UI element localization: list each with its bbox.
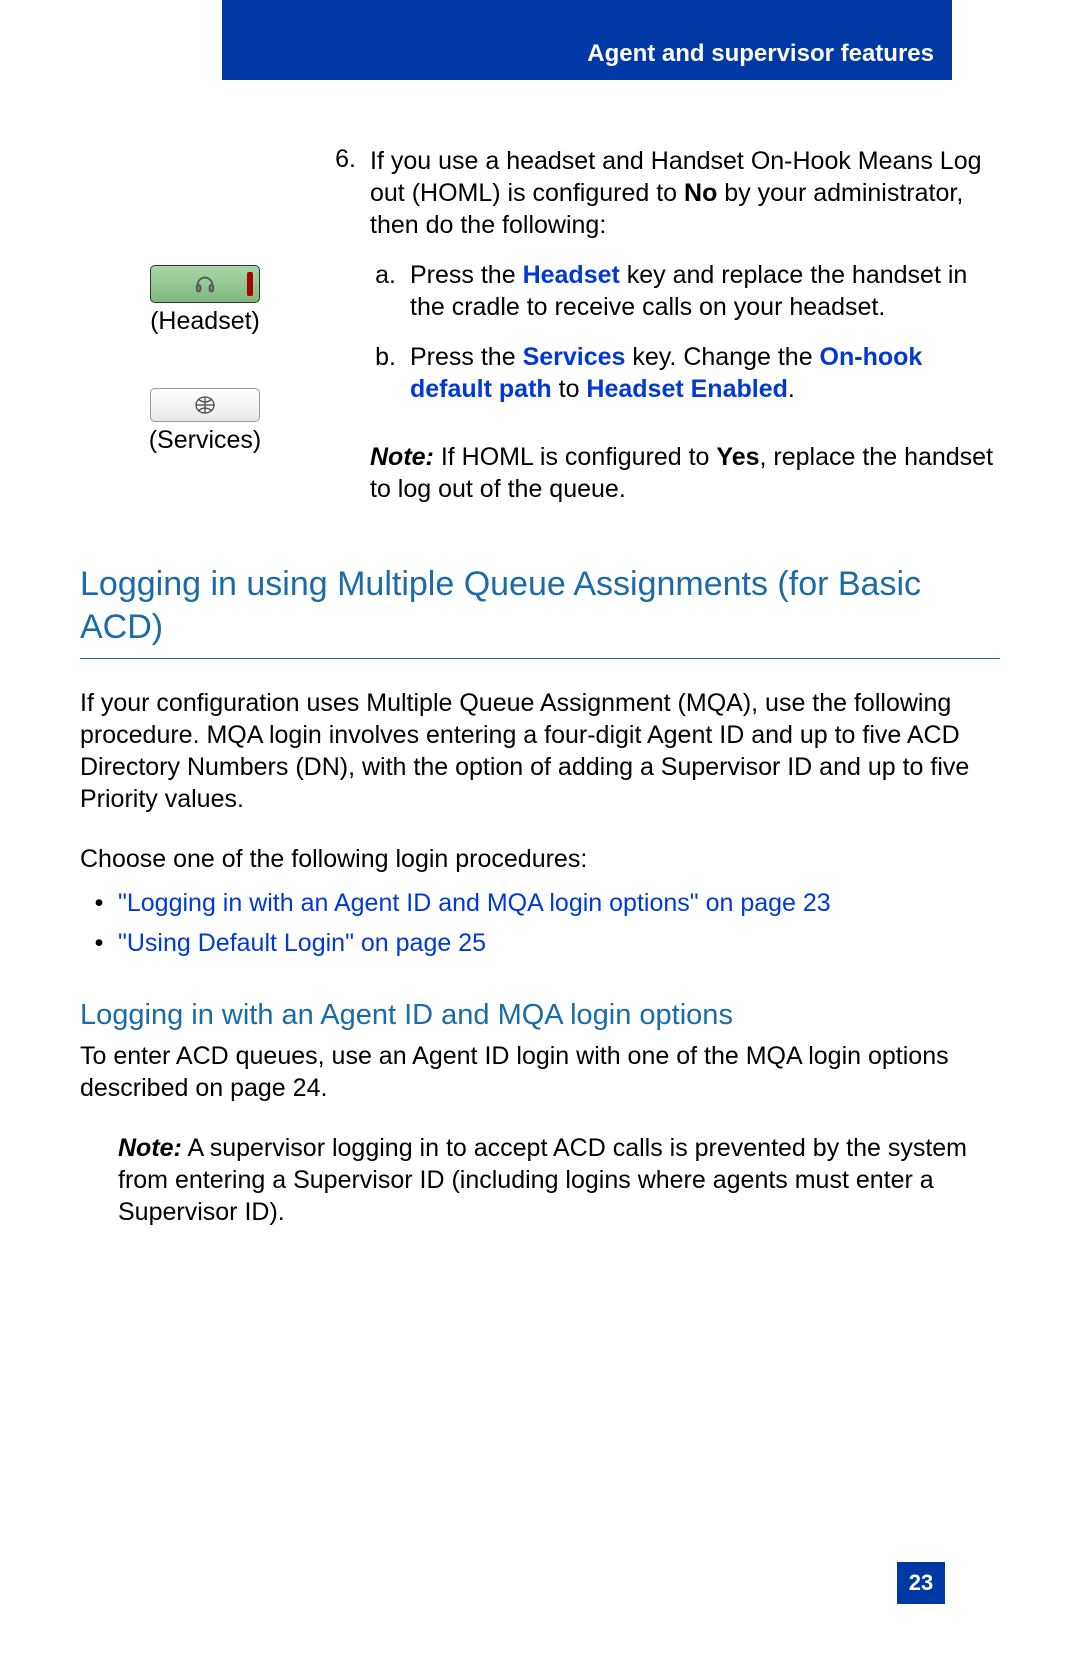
- choose-procedure-para: Choose one of the following login proced…: [80, 843, 1000, 875]
- page-content: (Headset) (Services) 6. If you use a hea…: [80, 145, 1000, 1228]
- procedure-bullet-list: • "Logging in with an Agent ID and MQA l…: [80, 883, 1000, 963]
- step6-note: Note: If HOML is configured to Yes, repl…: [370, 441, 1000, 505]
- substep-b-letter: b.: [370, 341, 410, 405]
- note-label-2: Note:: [118, 1134, 182, 1162]
- subsection-heading-agent-id: Logging in with an Agent ID and MQA logi…: [80, 999, 1000, 1032]
- note-label: Note:: [370, 443, 434, 471]
- note-bold: Yes: [716, 443, 759, 471]
- note-pre: If HOML is configured to: [434, 443, 717, 471]
- step-6-row: (Headset) (Services) 6. If you use a hea…: [80, 145, 1000, 505]
- services-link[interactable]: Services: [523, 343, 626, 371]
- bullet-item-1: • "Logging in with an Agent ID and MQA l…: [80, 883, 1000, 923]
- headset-icon: [194, 273, 216, 295]
- mqa-intro-para: If your configuration uses Multiple Queu…: [80, 687, 1000, 815]
- link-default-login[interactable]: "Using Default Login" on page 25: [118, 923, 486, 963]
- step-number: 6.: [330, 145, 370, 505]
- services-button-label: (Services): [80, 426, 330, 455]
- subsection-intro: To enter ACD queues, use an Agent ID log…: [80, 1040, 1000, 1104]
- sub-b-pre: Press the: [410, 343, 523, 371]
- header-bar: Agent and supervisor features: [222, 0, 952, 80]
- step-6-text: If you use a headset and Handset On-Hook…: [370, 145, 1000, 505]
- substep-a-text: Press the Headset key and replace the ha…: [410, 259, 1000, 323]
- header-title: Agent and supervisor features: [587, 40, 934, 68]
- step6-bold: No: [684, 179, 717, 207]
- button-column: (Headset) (Services): [80, 145, 330, 505]
- substep-a: a. Press the Headset key and replace the…: [370, 259, 1000, 323]
- section-heading-mqa: Logging in using Multiple Queue Assignme…: [80, 563, 1000, 659]
- sub-b-mid2: to: [552, 375, 587, 403]
- sub-a-pre: Press the: [410, 261, 523, 289]
- headset-link[interactable]: Headset: [523, 261, 620, 289]
- globe-icon: [192, 395, 218, 415]
- headset-button-label: (Headset): [80, 307, 330, 336]
- sub-b-post: .: [788, 375, 795, 403]
- supervisor-note: Note: A supervisor logging in to accept …: [118, 1132, 1000, 1228]
- services-button: [150, 388, 260, 422]
- headset-enabled-link[interactable]: Headset Enabled: [586, 375, 787, 403]
- step-6-text-column: 6. If you use a headset and Handset On-H…: [330, 145, 1000, 505]
- substep-a-letter: a.: [370, 259, 410, 323]
- page-number: 23: [897, 1562, 945, 1604]
- bullet-dot: •: [80, 923, 118, 963]
- note-text-2: A supervisor logging in to accept ACD ca…: [118, 1134, 967, 1226]
- sub-b-mid: key. Change the: [625, 343, 819, 371]
- bullet-dot: •: [80, 883, 118, 923]
- substep-b-text: Press the Services key. Change the On-ho…: [410, 341, 1000, 405]
- headset-button-container: (Headset) (Services): [80, 265, 330, 455]
- substep-b: b. Press the Services key. Change the On…: [370, 341, 1000, 405]
- headset-button: [150, 265, 260, 303]
- bullet-item-2: • "Using Default Login" on page 25: [80, 923, 1000, 963]
- link-agent-id-mqa[interactable]: "Logging in with an Agent ID and MQA log…: [118, 883, 831, 923]
